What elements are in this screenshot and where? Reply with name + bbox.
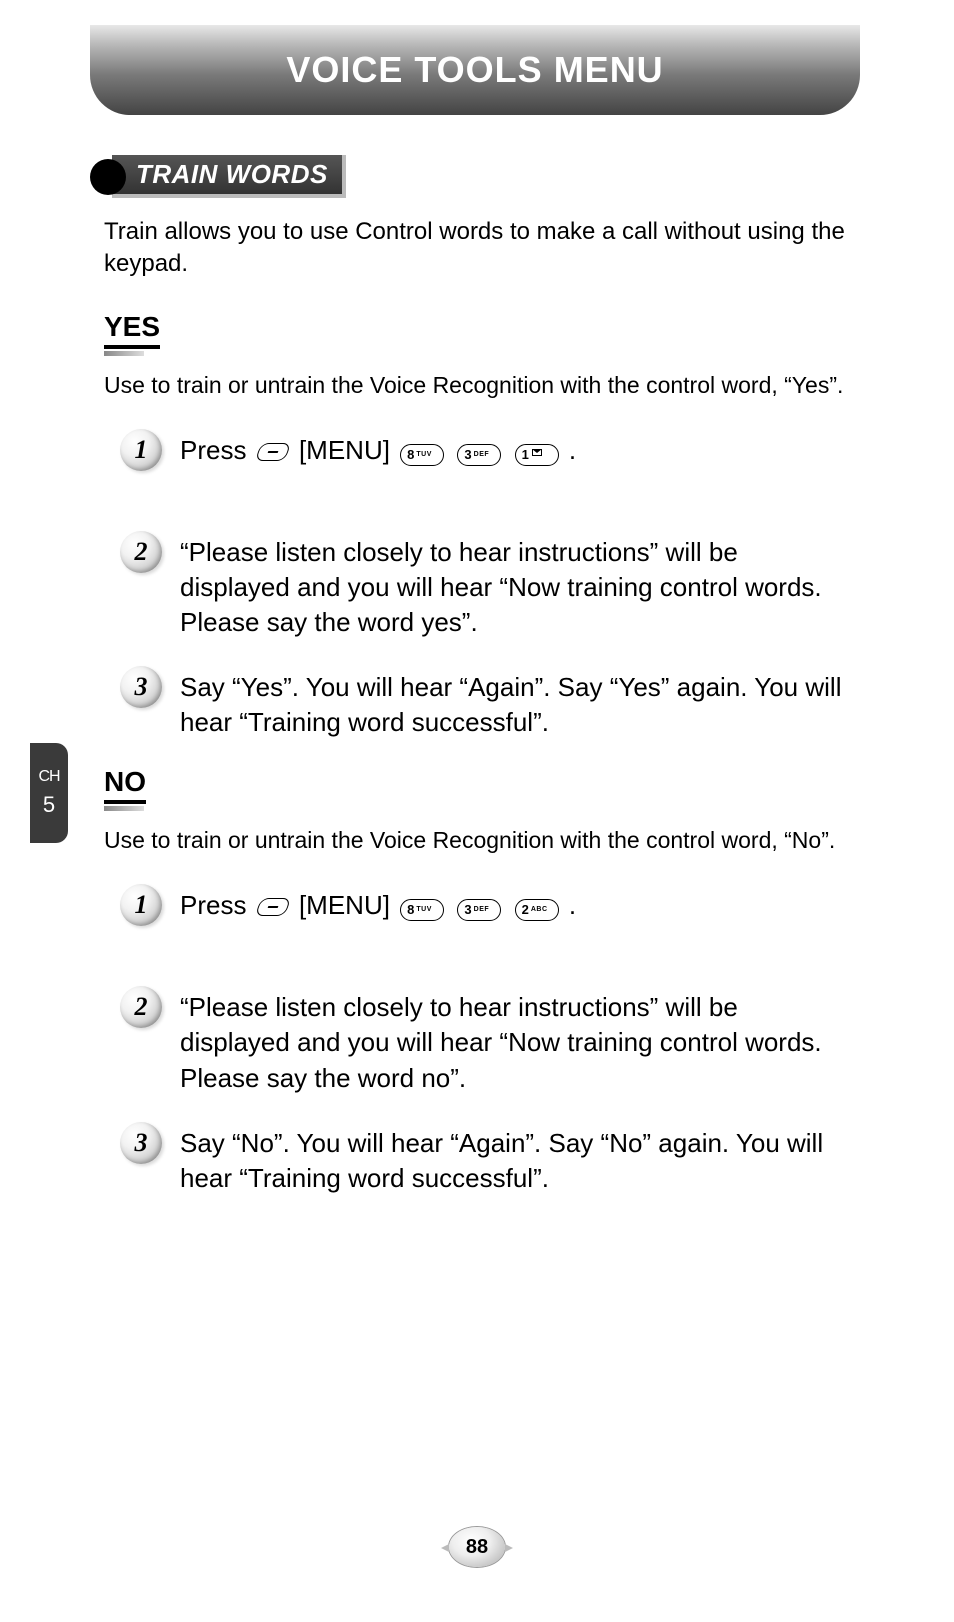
content-area: TRAIN WORDS Train allows you to use Cont… bbox=[90, 155, 860, 1222]
no-block: NO Use to train or untrain the Voice Rec… bbox=[90, 766, 860, 1196]
yes-step-1: 1 Press [MENU] 8TUV 3DEF 1 . bbox=[120, 429, 846, 471]
key-2: 2ABC bbox=[515, 899, 559, 921]
yes-step-2: 2 “Please listen closely to hear instruc… bbox=[120, 531, 846, 640]
yes-desc: Use to train or untrain the Voice Recogn… bbox=[104, 370, 846, 401]
softkey-icon bbox=[254, 443, 291, 461]
step-number-icon: 2 bbox=[120, 986, 162, 1028]
no-desc: Use to train or untrain the Voice Recogn… bbox=[104, 825, 846, 856]
key-8: 8TUV bbox=[400, 444, 444, 466]
yes-heading: YES bbox=[104, 311, 160, 349]
chapter-label: CH bbox=[38, 770, 59, 784]
section-intro: Train allows you to use Control words to… bbox=[104, 216, 850, 281]
no-heading: NO bbox=[104, 766, 146, 804]
key-1: 1 bbox=[515, 444, 559, 466]
key-3: 3DEF bbox=[457, 444, 501, 466]
chapter-number: 5 bbox=[43, 794, 55, 816]
step-text: Press [MENU] 8TUV 3DEF 2ABC . bbox=[180, 884, 846, 923]
section-header: TRAIN WORDS bbox=[90, 155, 860, 198]
heading-underline bbox=[104, 351, 144, 356]
step-number-icon: 3 bbox=[120, 666, 162, 708]
page-number: 88 bbox=[449, 1527, 505, 1567]
no-step-3: 3 Say “No”. You will hear “Again”. Say “… bbox=[120, 1122, 846, 1196]
banner-title: VOICE TOOLS MENU bbox=[286, 49, 663, 91]
no-step-2: 2 “Please listen closely to hear instruc… bbox=[120, 986, 846, 1095]
step-number-icon: 2 bbox=[120, 531, 162, 573]
step-number-icon: 1 bbox=[120, 884, 162, 926]
key-8: 8TUV bbox=[400, 899, 444, 921]
step-text: Say “Yes”. You will hear “Again”. Say “Y… bbox=[180, 666, 846, 740]
chapter-tab: CH 5 bbox=[30, 743, 68, 843]
mail-icon bbox=[532, 449, 542, 456]
section-title: TRAIN WORDS bbox=[112, 155, 346, 198]
bullet-icon bbox=[90, 159, 126, 195]
step-number-icon: 3 bbox=[120, 1122, 162, 1164]
heading-underline bbox=[104, 806, 144, 811]
yes-step-3: 3 Say “Yes”. You will hear “Again”. Say … bbox=[120, 666, 846, 740]
page-banner: VOICE TOOLS MENU bbox=[90, 25, 860, 115]
step-text: “Please listen closely to hear instructi… bbox=[180, 986, 846, 1095]
key-3: 3DEF bbox=[457, 899, 501, 921]
step-text: Say “No”. You will hear “Again”. Say “No… bbox=[180, 1122, 846, 1196]
no-step-1: 1 Press [MENU] 8TUV 3DEF 2ABC . bbox=[120, 884, 846, 926]
step-number-icon: 1 bbox=[120, 429, 162, 471]
step-text: Press [MENU] 8TUV 3DEF 1 . bbox=[180, 429, 846, 468]
page-number-wrap: 88 bbox=[0, 1527, 954, 1567]
softkey-icon bbox=[254, 898, 291, 916]
step-text: “Please listen closely to hear instructi… bbox=[180, 531, 846, 640]
yes-block: YES Use to train or untrain the Voice Re… bbox=[90, 311, 860, 741]
